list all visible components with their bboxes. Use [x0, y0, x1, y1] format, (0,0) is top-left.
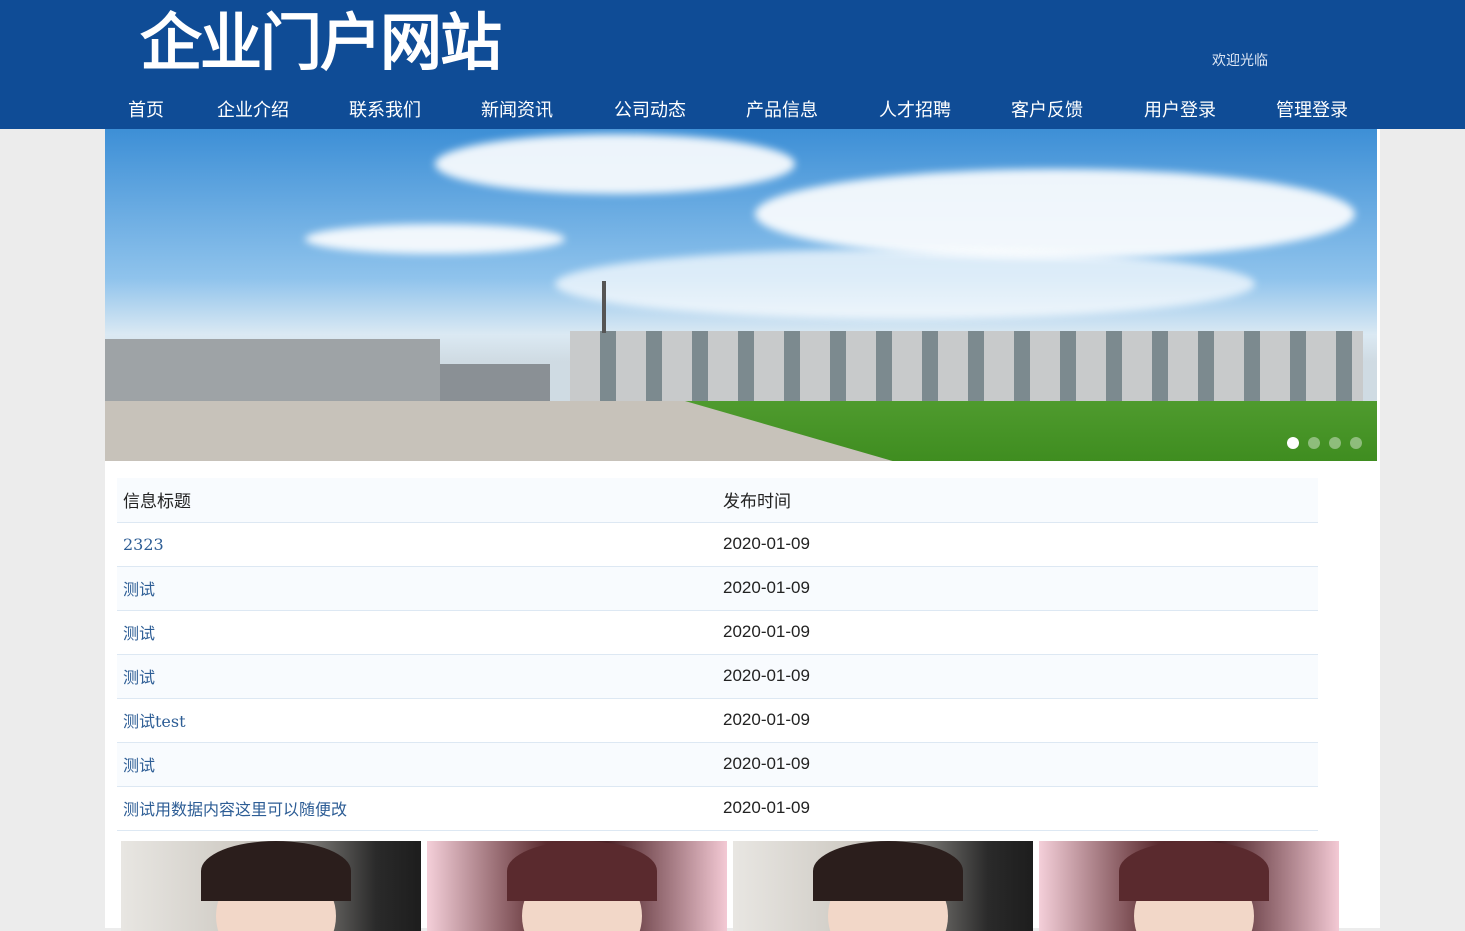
nav-user-login[interactable]: 用户登录 — [1144, 96, 1216, 122]
nav-jobs[interactable]: 人才招聘 — [879, 96, 951, 122]
news-title-link[interactable]: 2323 — [123, 535, 164, 554]
carousel-dot-2[interactable] — [1308, 437, 1320, 449]
main-content: 信息标题 发布时间 2323 2020-01-09 测试 2020-01-09 测试 20… — [105, 129, 1380, 931]
table-row: 测试 2020-01-09 — [117, 742, 1318, 787]
product-photo-2[interactable] — [427, 841, 727, 931]
table-row: 测试test 2020-01-09 — [117, 698, 1318, 743]
main-nav: 首页 企业介绍 联系我们 新闻资讯 公司动态 产品信息 人才招聘 客户反馈 用户… — [0, 96, 1465, 126]
carousel-dot-1[interactable] — [1287, 437, 1299, 449]
nav-about[interactable]: 企业介绍 — [217, 96, 289, 122]
banner-carousel[interactable] — [105, 129, 1377, 461]
nav-feedback[interactable]: 客户反馈 — [1011, 96, 1083, 122]
nav-admin-login[interactable]: 管理登录 — [1276, 96, 1348, 122]
product-photo-4[interactable] — [1039, 841, 1339, 931]
product-photo-1[interactable] — [121, 841, 421, 931]
table-row: 测试用数据内容这里可以随便改 2020-01-09 — [117, 786, 1318, 831]
nav-home[interactable]: 首页 — [128, 96, 164, 122]
title-cell: 测试test — [117, 698, 717, 743]
table-row: 2323 2020-01-09 — [117, 522, 1318, 567]
news-title-link[interactable]: 测试 — [123, 580, 155, 599]
news-title-link[interactable]: 测试test — [123, 712, 186, 731]
welcome-text: 欢迎光临 — [1212, 53, 1268, 69]
carousel-dot-4[interactable] — [1350, 437, 1362, 449]
site-logo[interactable]: 企业门户网站 — [140, 0, 502, 82]
factory-building — [105, 339, 440, 409]
news-table: 信息标题 发布时间 2323 2020-01-09 测试 2020-01-09 测试 20… — [117, 478, 1318, 831]
nav-contact[interactable]: 联系我们 — [349, 96, 421, 122]
table-row: 测试 2020-01-09 — [117, 610, 1318, 655]
news-title-link[interactable]: 测试用数据内容这里可以随便改 — [123, 800, 347, 819]
title-cell: 测试用数据内容这里可以随便改 — [117, 786, 717, 831]
news-title-link[interactable]: 测试 — [123, 668, 155, 687]
nav-products[interactable]: 产品信息 — [746, 96, 818, 122]
date-cell: 2020-01-09 — [717, 742, 1318, 787]
title-cell: 测试 — [117, 742, 717, 787]
date-cell: 2020-01-09 — [717, 698, 1318, 743]
nav-company-updates[interactable]: 公司动态 — [614, 96, 686, 122]
title-cell: 2323 — [117, 522, 717, 567]
news-title-link[interactable]: 测试 — [123, 624, 155, 643]
date-cell: 2020-01-09 — [717, 654, 1318, 699]
column-header-title: 信息标题 — [117, 478, 717, 523]
title-cell: 测试 — [117, 654, 717, 699]
date-cell: 2020-01-09 — [717, 566, 1318, 611]
header: 企业门户网站 欢迎光临 首页 企业介绍 联系我们 新闻资讯 公司动态 产品信息 … — [0, 0, 1465, 129]
table-row: 测试 2020-01-09 — [117, 654, 1318, 699]
title-cell: 测试 — [117, 610, 717, 655]
column-header-date: 发布时间 — [717, 478, 1318, 523]
table-row: 测试 2020-01-09 — [117, 566, 1318, 611]
carousel-dot-3[interactable] — [1329, 437, 1341, 449]
nav-news[interactable]: 新闻资讯 — [481, 96, 553, 122]
date-cell: 2020-01-09 — [717, 522, 1318, 567]
product-photo-3[interactable] — [733, 841, 1033, 931]
title-cell: 测试 — [117, 566, 717, 611]
date-cell: 2020-01-09 — [717, 610, 1318, 655]
news-title-link[interactable]: 测试 — [123, 756, 155, 775]
date-cell: 2020-01-09 — [717, 786, 1318, 831]
